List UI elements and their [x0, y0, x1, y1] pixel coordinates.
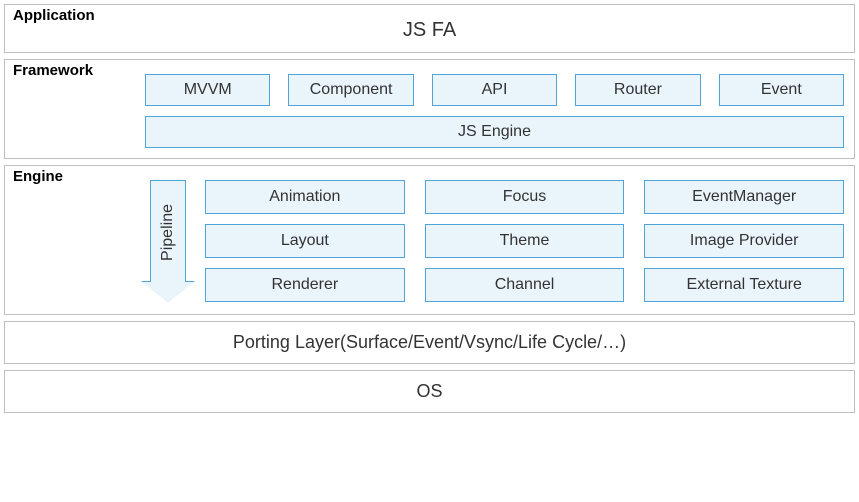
os-layer: OS — [4, 370, 855, 413]
porting-layer: Porting Layer(Surface/Event/Vsync/Life C… — [4, 321, 855, 364]
engine-box-channel: Channel — [425, 268, 625, 302]
engine-box-imageprovider: Image Provider — [644, 224, 844, 258]
engine-box-animation: Animation — [205, 180, 405, 214]
engine-layer: Engine Pipeline Animation Focus EventMan… — [4, 165, 855, 315]
arrow-down-icon — [142, 282, 194, 302]
engine-box-renderer: Renderer — [205, 268, 405, 302]
framework-box-event: Event — [719, 74, 844, 106]
pipeline-label: Pipeline — [159, 204, 177, 261]
framework-row-2: JS Engine — [145, 116, 844, 148]
engine-box-focus: Focus — [425, 180, 625, 214]
framework-box-jsengine: JS Engine — [145, 116, 844, 148]
framework-row-1: MVVM Component API Router Event — [145, 74, 844, 106]
application-title: JS FA — [15, 11, 844, 46]
framework-box-mvvm: MVVM — [145, 74, 270, 106]
engine-label: Engine — [13, 168, 63, 185]
framework-layer: Framework MVVM Component API Router Even… — [4, 59, 855, 159]
engine-box-layout: Layout — [205, 224, 405, 258]
framework-box-component: Component — [288, 74, 413, 106]
engine-box-theme: Theme — [425, 224, 625, 258]
engine-box-eventmanager: EventManager — [644, 180, 844, 214]
application-label: Application — [13, 7, 95, 24]
application-layer: Application JS FA — [4, 4, 855, 53]
framework-box-router: Router — [575, 74, 700, 106]
framework-box-api: API — [432, 74, 557, 106]
engine-grid: Animation Focus EventManager Layout Them… — [205, 180, 844, 302]
pipeline-arrow: Pipeline — [145, 180, 191, 302]
engine-box-externaltexture: External Texture — [644, 268, 844, 302]
framework-label: Framework — [13, 62, 93, 79]
